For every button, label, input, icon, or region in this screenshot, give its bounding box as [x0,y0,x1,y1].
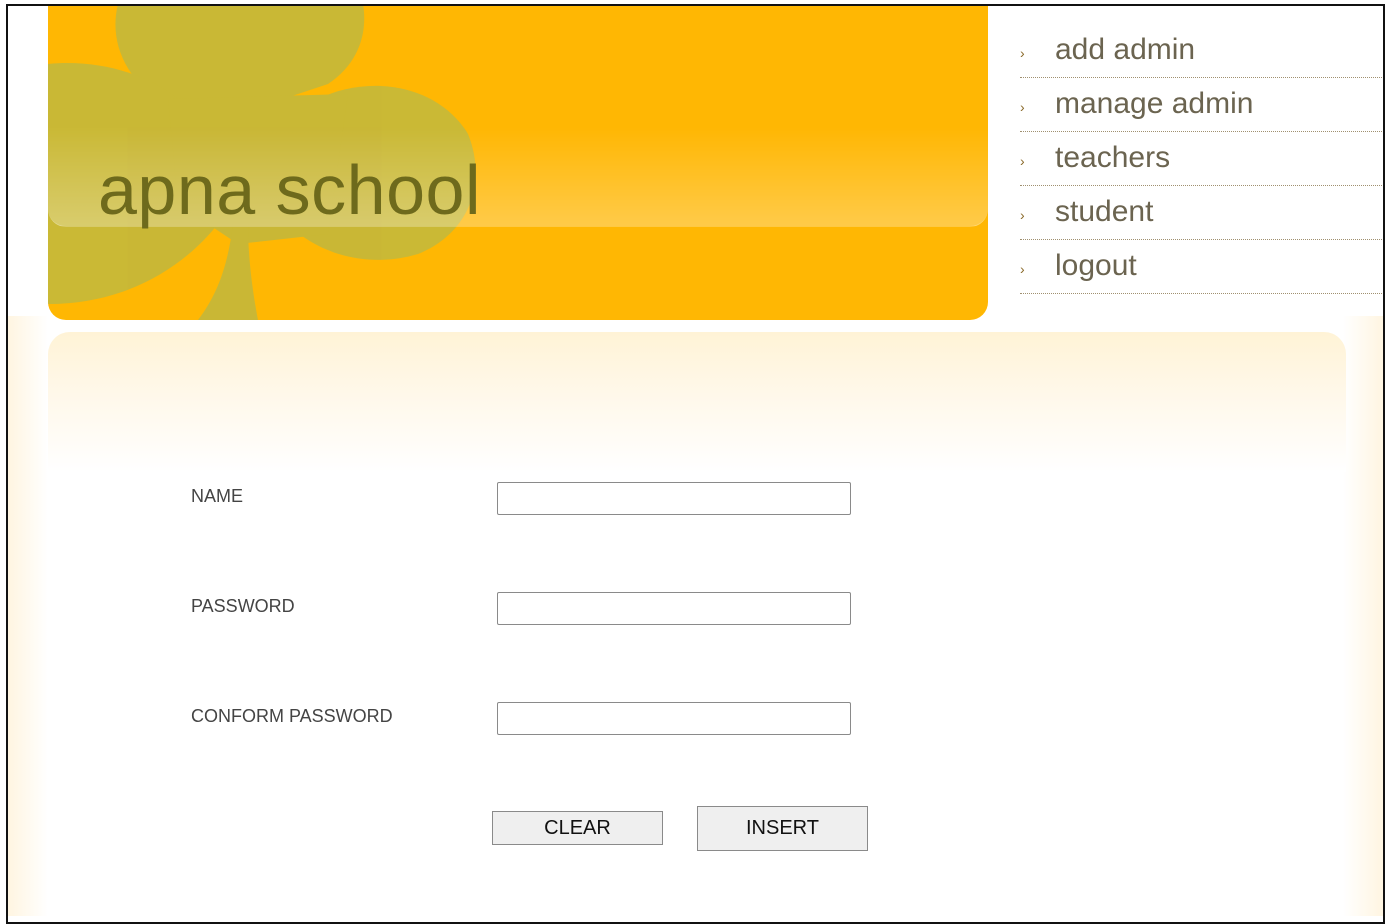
nav-item-teachers[interactable]: › teachers [1020,132,1383,186]
left-edge-shading [8,316,48,916]
page-frame: apna school › add admin › manage admin ›… [6,4,1385,924]
chevron-right-icon: › [1020,45,1025,61]
password-label: PASSWORD [191,596,295,616]
password-input[interactable] [497,592,851,625]
nav-link-add-admin[interactable]: add admin [1055,30,1195,70]
nav-link-logout[interactable]: logout [1055,246,1137,286]
site-title: apna school [98,151,482,229]
insert-button[interactable]: INSERT [697,806,868,851]
nav-link-teachers[interactable]: teachers [1055,138,1170,178]
nav-link-manage-admin[interactable]: manage admin [1055,84,1253,124]
chevron-right-icon: › [1020,207,1025,223]
nav-item-add-admin[interactable]: › add admin [1020,24,1383,78]
nav-item-logout[interactable]: › logout [1020,240,1383,294]
header-banner: apna school [48,6,988,320]
right-edge-shading [1343,316,1383,916]
nav-item-student[interactable]: › student [1020,186,1383,240]
nav-link-student[interactable]: student [1055,192,1153,232]
chevron-right-icon: › [1020,261,1025,277]
chevron-right-icon: › [1020,99,1025,115]
confirm-password-input[interactable] [497,702,851,735]
main-nav: › add admin › manage admin › teachers › … [1020,24,1383,294]
nav-item-manage-admin[interactable]: › manage admin [1020,78,1383,132]
chevron-right-icon: › [1020,153,1025,169]
name-label: NAME [191,486,244,506]
content-panel-header [48,332,1346,472]
name-input[interactable] [497,482,851,515]
confirm-password-label: CONFORM PASSWORD [191,706,393,726]
clear-button[interactable]: CLEAR [492,811,663,845]
